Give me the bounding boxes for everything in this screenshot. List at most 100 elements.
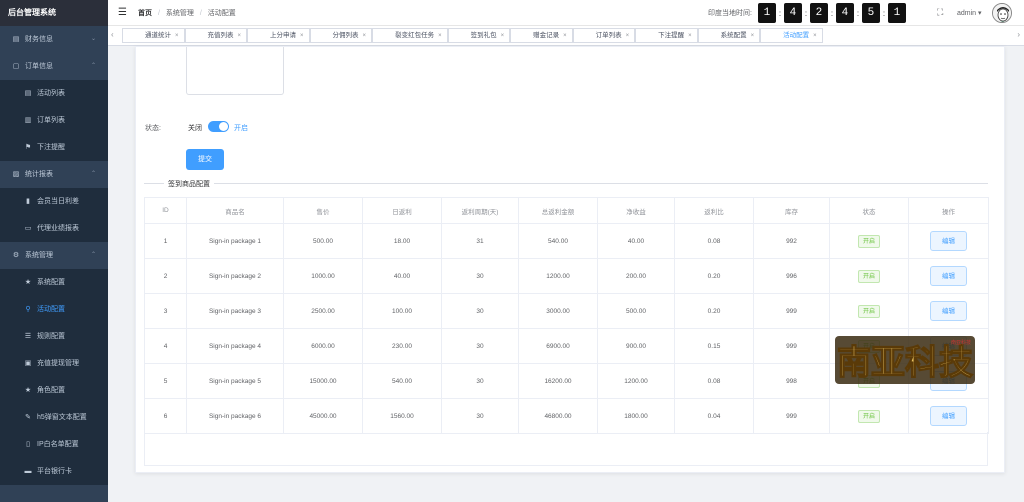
sidebar-item[interactable]: ▤ 财务信息 ⌄ xyxy=(0,26,108,53)
cell-price: 500.00 xyxy=(283,223,363,259)
gear-icon: ⚙ xyxy=(12,252,20,259)
tab-5[interactable]: 签到礼包 × xyxy=(447,28,511,43)
tab-6[interactable]: 赠金记录 × xyxy=(510,28,573,43)
star-icon: ★ xyxy=(24,279,32,286)
status-switch[interactable] xyxy=(208,121,229,132)
watermark-small-text: 南亚科技 xyxy=(951,339,971,346)
edit-button[interactable]: 编辑 xyxy=(930,266,967,286)
sidebar-item[interactable]: ⚙ 系统管理 ⌃ xyxy=(0,242,108,269)
tab-label: 通道统计 xyxy=(145,32,171,39)
sidebar-item[interactable]: ▬ 平台银行卡 xyxy=(0,458,108,485)
chevron-right-icon[interactable]: › xyxy=(1017,30,1020,39)
cell-cycle: 31 xyxy=(441,223,519,259)
fullscreen-icon[interactable]: ⛶ xyxy=(937,7,943,18)
close-icon[interactable]: × xyxy=(363,33,367,39)
sidebar-item[interactable]: ✎ h5弹窗文本配置 xyxy=(0,404,108,431)
sidebar-item[interactable]: ▨ 统计报表 ⌃ xyxy=(0,161,108,188)
sidebar-item[interactable]: ▣ 充值提现管理 xyxy=(0,350,108,377)
close-icon[interactable]: × xyxy=(238,33,242,39)
switch-on-text: 开启 xyxy=(234,125,248,132)
avatar[interactable] xyxy=(992,3,1012,23)
sidebar-item[interactable]: ▭ 代理业绩报表 xyxy=(0,215,108,242)
tab-4[interactable]: 裂变红包任务 × xyxy=(372,28,448,43)
tab-2[interactable]: 上分申请 × xyxy=(247,28,310,43)
sidebar-item[interactable]: ⚲ 活动配置 xyxy=(0,296,108,323)
tab-1[interactable]: 充值列表 × xyxy=(184,28,248,43)
user-dropdown[interactable]: admin ▾ xyxy=(957,9,982,17)
cell-cycle: 30 xyxy=(441,258,519,294)
rules-icon: ☰ xyxy=(24,333,32,340)
close-icon[interactable]: × xyxy=(438,33,442,39)
breadcrumb-home[interactable]: 首页 xyxy=(138,10,152,17)
cell-total: 540.00 xyxy=(518,223,598,259)
cell-action: 编辑 xyxy=(908,223,989,259)
navbar: ☰ 首页 / 系统管理 / 活动配置 印度当地时间: 1 : 4 : 2 : 4… xyxy=(108,0,1024,26)
cell-id: 4 xyxy=(144,328,187,364)
hamburger-icon[interactable]: ☰ xyxy=(118,7,127,19)
table-row: 2 Sign-in package 2 1000.00 40.00 30 1200.00 2… xyxy=(144,258,989,294)
money-icon: ▣ xyxy=(24,360,32,367)
cell-daily: 40.00 xyxy=(362,258,442,294)
tab-8[interactable]: 下注提醒 × xyxy=(635,28,698,43)
wallet-icon: ▤ xyxy=(12,36,20,43)
sidebar-item[interactable]: ▮ 会员当日利差 xyxy=(0,188,108,215)
watermark-text: 南亚科技 xyxy=(837,343,973,383)
sidebar-item[interactable]: ★ 角色配置 xyxy=(0,377,108,404)
tab-9[interactable]: 系统配置 × xyxy=(697,28,761,43)
tab-7[interactable]: 订单列表 × xyxy=(572,28,636,43)
cell-price: 1000.00 xyxy=(283,258,363,294)
list-icon: ▥ xyxy=(24,117,32,124)
cell-net: 40.00 xyxy=(597,223,675,259)
cell-cycle: 30 xyxy=(441,293,519,329)
sidebar-item-label: 规则配置 xyxy=(37,333,65,340)
cell-id: 5 xyxy=(144,363,187,399)
cell-action: 编辑 xyxy=(908,398,989,434)
close-icon[interactable]: × xyxy=(626,33,630,39)
close-icon[interactable]: × xyxy=(175,33,179,39)
tab-label: 系统配置 xyxy=(720,32,747,39)
sidebar-item[interactable]: ▢ 订单信息 ⌃ xyxy=(0,53,108,80)
edit-button[interactable]: 编辑 xyxy=(930,301,967,321)
submit-button[interactable]: 提交 xyxy=(186,149,224,170)
close-icon[interactable]: × xyxy=(751,33,755,39)
close-icon[interactable]: × xyxy=(688,33,692,39)
sidebar-item[interactable]: ★ 系统配置 xyxy=(0,269,108,296)
tags-view: ‹ 通道统计 × 充值列表 × 上分申请 × 分佣列表 × 裂变红包任务 × 签到礼包 × 赠金记录 × 订… xyxy=(108,26,1024,46)
cell-daily: 18.00 xyxy=(362,223,442,259)
status-label: 状态: xyxy=(145,125,161,132)
cell-stock: 992 xyxy=(753,223,830,259)
sidebar-item[interactable]: ▤ 活动列表 xyxy=(0,80,108,107)
close-icon[interactable]: × xyxy=(813,33,817,39)
edit-button[interactable]: 编辑 xyxy=(930,406,967,426)
sidebar-item[interactable]: ⚑ 下注提醒 xyxy=(0,134,108,161)
sidebar-item-label: 会员当日利差 xyxy=(37,198,79,205)
sidebar-item-label: 订单列表 xyxy=(37,117,65,124)
tab-10[interactable]: 活动配置 × xyxy=(760,28,823,43)
close-icon[interactable]: × xyxy=(501,33,505,39)
column-header: 返利比 xyxy=(674,197,754,224)
close-icon[interactable]: × xyxy=(300,33,304,39)
time-digit: 4 xyxy=(835,3,854,23)
sidebar-item[interactable]: ▥ 订单列表 xyxy=(0,107,108,134)
tab-3[interactable]: 分佣列表 × xyxy=(309,28,373,43)
chevron-left-icon[interactable]: ‹ xyxy=(111,30,114,39)
sidebar: 后台管理系统 ▤ 财务信息 ⌄ ▢ 订单信息 ⌃ ▤ 活动列表 ▥ 订单列表 ⚑ 下注提醒 ▨ 统计报表 ⌃… xyxy=(0,0,108,502)
cell-stock: 999 xyxy=(753,398,830,434)
textarea-field[interactable] xyxy=(186,47,284,95)
tags-list: 通道统计 × 充值列表 × 上分申请 × 分佣列表 × 裂变红包任务 × 签到礼包 × 赠金记录 × 订单列… xyxy=(122,28,823,43)
edit-button[interactable]: 编辑 xyxy=(930,231,967,251)
cell-name: Sign-in package 1 xyxy=(186,223,284,259)
edit-icon: ✎ xyxy=(25,414,31,421)
cell-name: Sign-in package 4 xyxy=(186,328,284,364)
cell-ratio: 0.08 xyxy=(674,363,754,399)
close-icon[interactable]: × xyxy=(563,33,567,39)
sidebar-item-label: 系统配置 xyxy=(37,279,65,286)
sidebar-item[interactable]: ☰ 规则配置 xyxy=(0,323,108,350)
table-row: 1 Sign-in package 1 500.00 18.00 31 540.00 40.… xyxy=(144,223,989,259)
breadcrumb-current: 活动配置 xyxy=(207,10,236,17)
cell-net: 1800.00 xyxy=(597,398,675,434)
sidebar-item[interactable]: ▯ IP白名单配置 xyxy=(0,431,108,458)
breadcrumb-system[interactable]: 系统管理 xyxy=(166,10,194,17)
tab-0[interactable]: 通道统计 × xyxy=(122,28,185,43)
cell-total: 16200.00 xyxy=(518,363,598,399)
